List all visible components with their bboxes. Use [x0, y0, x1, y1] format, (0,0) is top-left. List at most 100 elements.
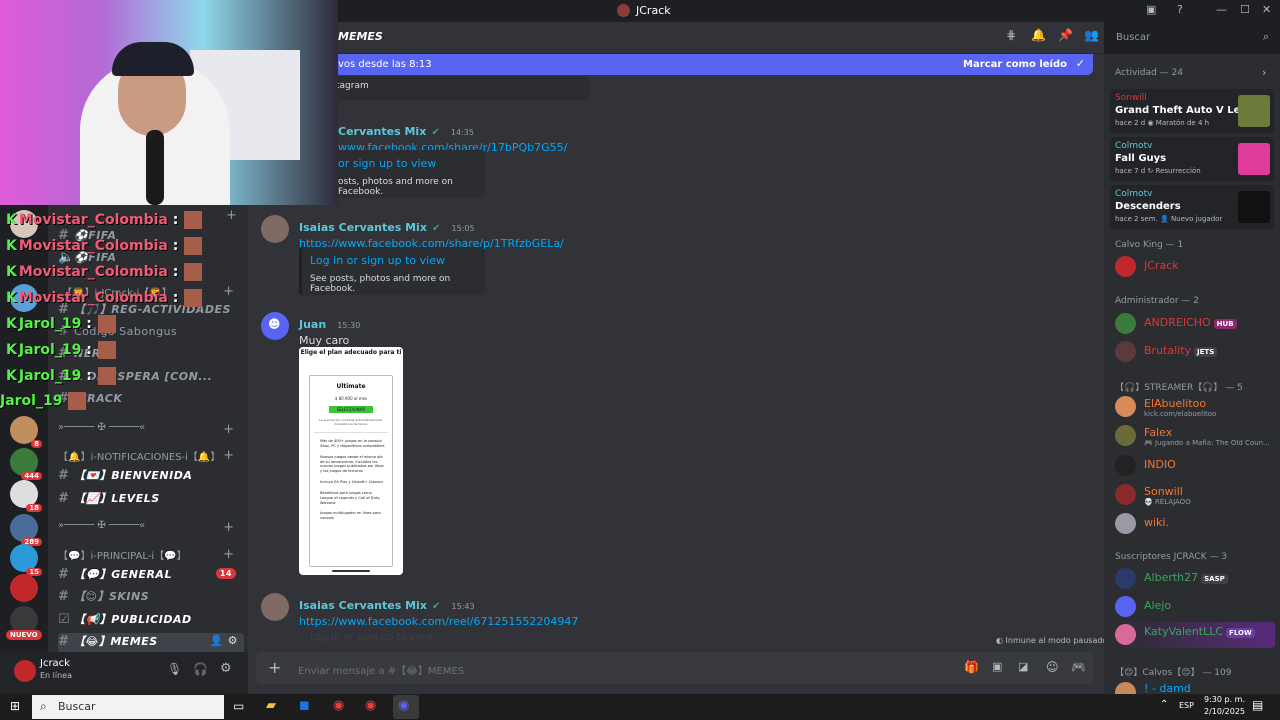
stream-chat-line: K Jarol_19 : — [6, 315, 116, 333]
help-icon[interactable]: ? — [1177, 3, 1183, 16]
threads-icon[interactable]: ⋕ — [1006, 28, 1016, 42]
channel-item-active[interactable]: # 【😂】MEMES ⚙ 👤 — [58, 633, 244, 653]
language-indicator[interactable]: ESP — [1179, 701, 1194, 710]
emoji-icon[interactable]: ☺ — [1046, 660, 1059, 674]
member-item[interactable]: KatyValentLLC FLOW — [1115, 622, 1275, 648]
apps-icon[interactable]: 🎮 — [1071, 660, 1086, 674]
activity-card[interactable]: Colmotv Fall Guys hace 7 d ↻ Resurrecció… — [1110, 137, 1274, 181]
message-author[interactable]: Cervantes Mix — [338, 125, 426, 138]
avatar — [1115, 484, 1136, 505]
member-item[interactable]: ANDREICHO HUB — [1115, 311, 1275, 337]
add-channel-icon[interactable]: + — [223, 284, 234, 299]
add-channel-icon[interactable]: + — [223, 448, 234, 463]
message: Juan 15:30 Muy caro — [299, 313, 599, 347]
server-icon[interactable]: 15 — [10, 544, 42, 576]
member-item[interactable]: ! - damd — [1115, 680, 1275, 694]
message-image[interactable]: Elige el plan adecuado para ti Ultimate … — [299, 347, 403, 575]
server-icon[interactable]: 289 — [10, 514, 42, 546]
settings-icon[interactable]: ⚙ — [220, 661, 232, 676]
member-item[interactable]: Brutality JETS — [1115, 339, 1275, 365]
maximize-button[interactable]: ☐ — [1240, 3, 1250, 16]
bell-icon[interactable]: 🔔 — [1031, 28, 1046, 42]
windows-start-icon[interactable]: ⊞ — [10, 699, 20, 713]
mic-icon[interactable]: 🎙 — [167, 662, 182, 676]
chrome-icon[interactable]: ◉ — [333, 698, 344, 713]
pin-icon[interactable]: 📌 — [1058, 28, 1073, 42]
server-icon[interactable]: 18 — [10, 480, 42, 512]
server-icon[interactable]: 8 — [10, 416, 42, 448]
avatar[interactable] — [261, 215, 289, 243]
avatar[interactable] — [261, 593, 289, 621]
feature-item: Juegos multijugador en línea para consol… — [320, 511, 381, 521]
member-item[interactable]: JCrack — [1115, 254, 1275, 280]
member-item[interactable]: Sonwill 💀 RELAJAOO — [1115, 482, 1275, 508]
minimize-button[interactable]: — — [1216, 3, 1227, 16]
feature-item: Nuevos juegos desde el mismo día de su l… — [320, 454, 384, 474]
settings-icon[interactable]: ⚙ — [228, 634, 238, 647]
notifications-icon[interactable]: ▤ — [1252, 698, 1263, 712]
server-icon[interactable] — [10, 574, 38, 602]
channel-item[interactable]: ☑ 【📢】PUBLICIDAD — [58, 611, 244, 631]
gif-icon[interactable]: ▣ — [992, 660, 1002, 673]
add-channel-icon[interactable]: + — [223, 422, 234, 437]
channel-item[interactable]: # 【📈】LEVELS — [58, 490, 244, 510]
member-name: KatyValentLLC — [1144, 625, 1224, 638]
emote-icon — [184, 211, 203, 229]
user-status: En línea — [40, 671, 73, 680]
server-icon[interactable]: 444 — [10, 448, 42, 480]
activity-meta: hace 2 d ◉ Maratón de 4 h — [1115, 119, 1210, 127]
outlook-icon[interactable]: ◼ — [299, 698, 310, 713]
embed-title[interactable]: or sign up to view — [338, 157, 436, 170]
embed-title[interactable]: Log in or sign up to view — [310, 254, 445, 267]
category-header[interactable]: 【🔔】i-NOTIFICACIONES-i【🔔】 + — [58, 448, 244, 463]
activity-card[interactable]: Sonwill Grand Theft Auto V Legacy hace 2… — [1110, 89, 1274, 133]
gift-icon[interactable]: 🎁 — [964, 660, 979, 674]
task-view-icon[interactable]: ▭ — [233, 699, 244, 713]
member-item[interactable]: INDIO — [1115, 453, 1275, 479]
message-author[interactable]: Isaias Cervantes Mix — [299, 221, 427, 234]
message-author[interactable]: Juan — [299, 318, 326, 331]
category-divider[interactable]: »───── ✠ ─────« + — [58, 422, 244, 437]
member-item[interactable]: Alberth27 SASP — [1115, 566, 1275, 592]
channel-item[interactable]: # 【💬】GENERAL 14 — [58, 566, 244, 586]
message-author[interactable]: Isaias Cervantes Mix — [299, 599, 427, 612]
avatar[interactable]: ☻ — [261, 312, 289, 340]
members-icon[interactable]: 👥 — [1084, 28, 1099, 42]
avatar[interactable] — [14, 660, 36, 682]
add-channel-icon[interactable]: + — [223, 520, 234, 535]
headphones-icon[interactable]: 🎧 — [193, 662, 208, 676]
add-channel-icon[interactable]: + — [223, 547, 234, 562]
activity-card[interactable]: Colmotv Descenders hace 2 sem. 👤 Nuevo j… — [1110, 185, 1274, 229]
chevron-right-icon[interactable]: › — [1262, 66, 1266, 79]
member-item[interactable]: ElAbuelitoo kick.com/elabuelitoo — [1115, 394, 1275, 420]
close-button[interactable]: ✕ — [1262, 3, 1271, 16]
member-item[interactable]: wiki. — [1115, 511, 1275, 537]
taskbar-search-input[interactable]: ⌕ Buscar — [32, 695, 224, 719]
new-messages-bar[interactable]: vos desde las 8:13 Marcar como leído ✓ — [330, 54, 1093, 75]
add-attachment-icon[interactable]: + — [268, 658, 281, 677]
server-badge: 8 — [31, 440, 42, 448]
browser-icon[interactable]: ◉ — [365, 698, 376, 713]
message-input[interactable]: + Enviar mensaje a #【😂】MEMES 🎁 ▣ ◪ ☺ 🎮 — [256, 652, 1094, 684]
add-channel-icon[interactable]: + — [226, 208, 237, 223]
search-input[interactable]: Buscar ⌕ — [1110, 27, 1275, 49]
member-item[interactable]: Alejo — [1115, 594, 1275, 620]
category-header[interactable]: 【💬】i-PRINCIPAL-i【💬】 + — [58, 547, 244, 562]
invite-icon[interactable]: 👤 — [210, 634, 224, 647]
channel-item[interactable]: # 【😊】SKINS — [58, 588, 244, 608]
clock-date[interactable]: 2/10/2025 — [1204, 707, 1245, 716]
screen-icon[interactable]: ▣ — [1146, 3, 1156, 16]
tray-chevron-icon[interactable]: ⌃ — [1160, 699, 1168, 710]
channel-item[interactable]: # 【💌】BIENVENIDA — [58, 467, 244, 487]
avatar — [1115, 624, 1136, 645]
sticker-icon[interactable]: ◪ — [1018, 660, 1028, 673]
embed-description: osts, photos and more on Facebook. — [338, 177, 453, 197]
clock-time[interactable]: 9:30 p. m. — [1204, 695, 1245, 704]
verified-icon: ✔ — [431, 127, 440, 138]
message-link[interactable]: https://www.facebook.com/reel/6712515522… — [299, 615, 599, 628]
activity-meta: hace 2 sem. 👤 Nuevo jugador — [1115, 215, 1223, 223]
category-divider[interactable]: »───── ✠ ─────« + — [58, 520, 244, 535]
mark-read-button[interactable]: Marcar como leído — [963, 59, 1067, 70]
member-item[interactable]: Falex 🎮 Jugando a Mafia: The Old Coun... — [1115, 423, 1275, 449]
file-explorer-icon[interactable]: ▰ — [266, 698, 276, 713]
